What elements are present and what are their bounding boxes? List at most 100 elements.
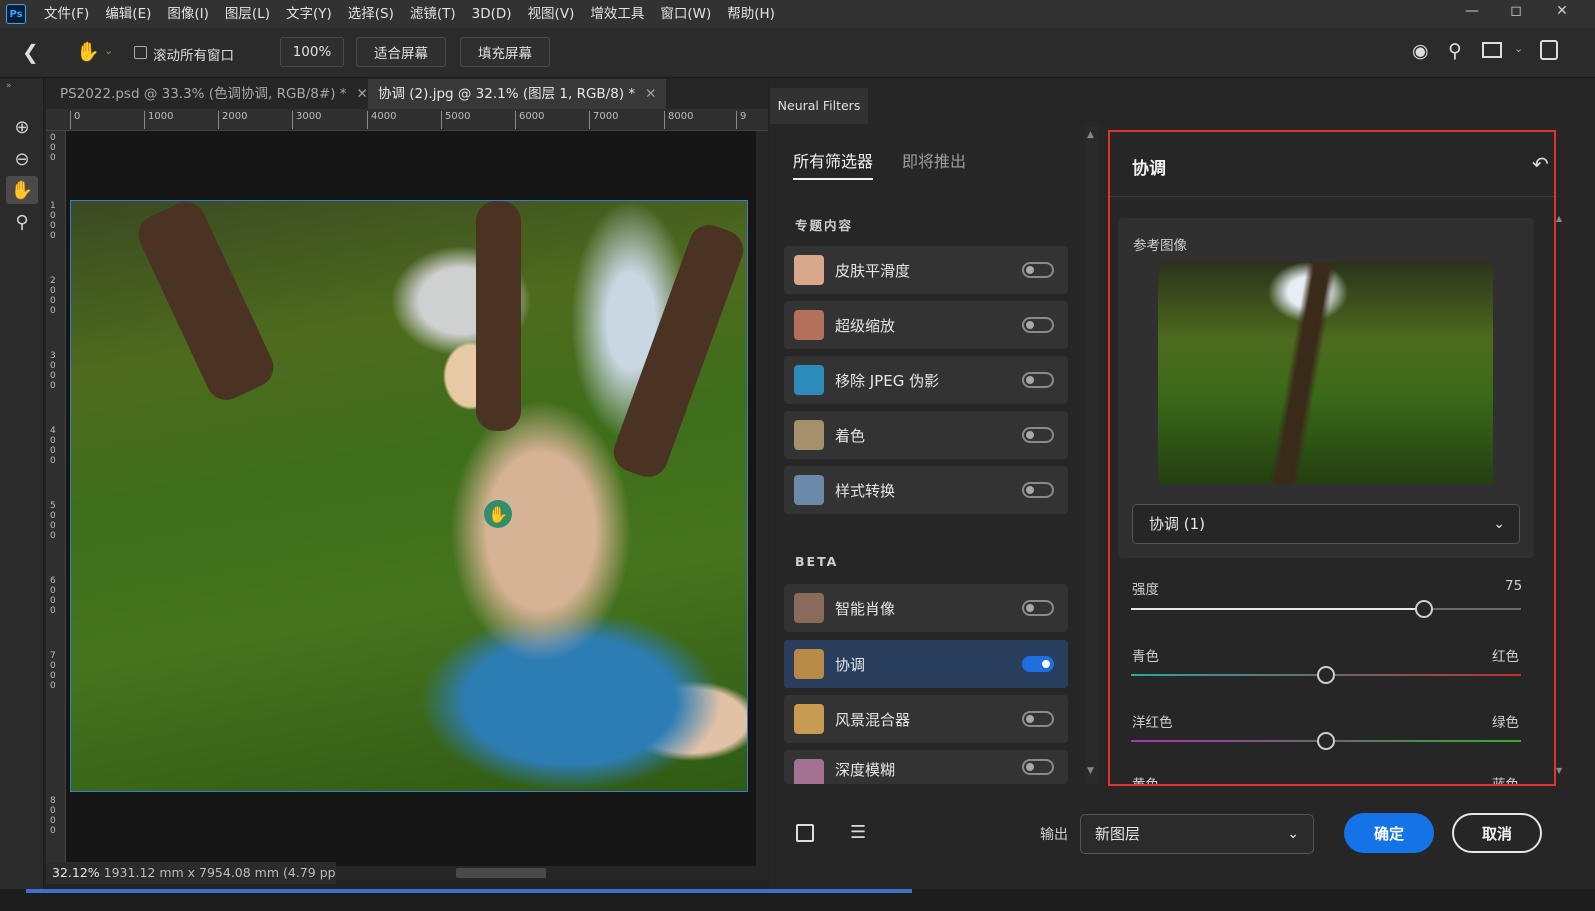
tab-all-filters[interactable]: 所有筛选器 [793,148,874,180]
maximize-icon[interactable]: ◻ [1494,0,1538,22]
menu-help[interactable]: 帮助(H) [719,0,783,28]
section-beta: BETA [795,554,839,569]
menu-image[interactable]: 图像(I) [159,0,217,28]
fit-screen-button[interactable]: 适合屏幕 [356,37,446,67]
filter-toggle[interactable] [1022,427,1054,443]
filter-item-harmonization[interactable]: 协调 [784,640,1068,688]
menu-3d[interactable]: 3D(D) [464,0,520,28]
close-icon[interactable]: ✕ [357,86,368,102]
filter-toggle[interactable] [1022,317,1054,333]
ruler-tick: 9 [736,111,746,129]
tab-label: PS2022.psd @ 33.3% (色调协调, RGB/8#) * [60,86,347,102]
cancel-button[interactable]: 取消 [1452,813,1542,853]
filter-item-landscape-mixer[interactable]: 风景混合器 [784,695,1068,743]
ok-button[interactable]: 确定 [1344,813,1434,853]
filter-toggle[interactable] [1022,711,1054,727]
menu-file[interactable]: 文件(F) [36,0,97,28]
tree-trunk [476,201,521,431]
chevron-down-icon: ⌄ [1493,516,1505,532]
scroll-up-icon[interactable]: ▲ [1087,130,1094,140]
settings-scrollbar[interactable]: ▲ ▼ [1556,210,1564,780]
reset-icon[interactable]: ↶ [1532,152,1549,176]
blue-label: 蓝色 [1492,773,1519,784]
collapse-icon[interactable]: » [6,81,12,91]
filter-toggle[interactable] [1022,759,1054,775]
filter-item-super-zoom[interactable]: 超级缩放 [784,301,1068,349]
menu-plugins[interactable]: 增效工具 [582,0,652,28]
neural-filters-title: Neural Filters [770,88,868,124]
scroll-down-icon[interactable]: ▼ [1556,766,1562,775]
scroll-down-icon[interactable]: ▼ [1087,766,1094,776]
menu-edit[interactable]: 编辑(E) [97,0,159,28]
scroll-all-checkbox[interactable] [134,46,147,59]
scroll-up-icon[interactable]: ▲ [1556,214,1562,223]
ruler-tick: 6 0 0 0 [50,576,56,616]
filter-item-colorize[interactable]: 着色 [784,411,1068,459]
filter-toggle[interactable] [1022,656,1054,672]
zoom-readout[interactable]: 32.12% [52,865,100,880]
filter-label: 着色 [835,426,866,445]
minimize-icon[interactable]: — [1450,0,1494,22]
filter-item-smart-portrait[interactable]: 智能肖像 [784,584,1068,632]
close-icon[interactable]: ✕ [1540,0,1584,22]
zoom-in-icon[interactable]: ⊕ [6,113,38,141]
tab-ps2022[interactable]: PS2022.psd @ 33.3% (色调协调, RGB/8#) * ✕ [50,79,378,109]
magenta-green-slider-thumb[interactable] [1317,732,1335,750]
document-vertical-scrollbar[interactable] [756,131,768,866]
menu-view[interactable]: 视图(V) [520,0,583,28]
red-label: 红色 [1492,649,1519,665]
filter-item-depth-blur[interactable]: 深度模糊 [784,750,1068,784]
output-select[interactable]: 新图层 ⌄ [1080,814,1314,854]
zoom-out-icon[interactable]: ⊖ [6,145,38,173]
ruler-tick: 0 [70,111,80,129]
filter-label: 智能肖像 [835,599,896,618]
back-arrow-icon[interactable]: ❮ [22,40,39,64]
document-image[interactable] [70,200,748,792]
tab-coming-soon[interactable]: 即将推出 [902,148,966,172]
menu-select[interactable]: 选择(S) [340,0,402,28]
ruler-tick: 4 0 0 0 [50,426,56,466]
hand-tool-icon[interactable]: ✋ [76,40,100,63]
strength-slider-track[interactable] [1131,608,1521,610]
menu-type[interactable]: 文字(Y) [278,0,340,28]
strength-slider-thumb[interactable] [1415,600,1433,618]
document-horizontal-scrollbar[interactable] [336,866,768,880]
filter-thumbnail [794,475,824,505]
green-label: 绿色 [1492,715,1519,731]
filter-thumbnail [794,420,824,450]
hand-icon[interactable]: ✋ [6,176,38,204]
menu-layer[interactable]: 图层(L) [217,0,278,28]
tab-harmonize-image[interactable]: 协调 (2).jpg @ 32.1% (图层 1, RGB/8) * ✕ [368,79,667,109]
filter-toggle[interactable] [1022,262,1054,278]
export-icon[interactable] [1540,40,1558,60]
menu-window[interactable]: 窗口(W) [652,0,719,28]
workspace-icon[interactable] [1482,42,1502,58]
filter-item-jpeg-artifacts[interactable]: 移除 JPEG 伪影 [784,356,1068,404]
filter-toggle[interactable] [1022,372,1054,388]
section-featured: 专题内容 [795,218,854,233]
reference-image-select[interactable]: 协调 (1) ⌄ [1132,504,1520,544]
filter-toggle[interactable] [1022,600,1054,616]
magnifier-icon[interactable]: ⚲ [6,208,38,236]
fill-screen-button[interactable]: 填充屏幕 [460,37,550,67]
cyan-red-slider-thumb[interactable] [1317,666,1335,684]
filter-toggle[interactable] [1022,482,1054,498]
search-icon[interactable]: ⚲ [1448,40,1462,62]
layers-icon[interactable]: ☰ [850,822,866,843]
workspace-chevron-icon[interactable]: ⌄ [1514,42,1523,55]
menu-filter[interactable]: 滤镜(T) [402,0,464,28]
strength-label: 强度 [1132,582,1159,598]
filter-thumbnail [794,593,824,623]
before-after-icon[interactable] [796,824,814,842]
close-icon[interactable]: ✕ [645,86,656,102]
filter-list-scrollbar[interactable]: ▲ ▼ [1085,126,1099,784]
zoom-100-button[interactable]: 100% [280,37,344,67]
chevron-down-icon[interactable]: ⌄ [104,44,113,57]
ruler-tick: 1000 [144,111,173,129]
document-tabs: PS2022.psd @ 33.3% (色调协调, RGB/8#) * ✕ 协调 … [46,79,768,109]
filter-item-skin-smoothing[interactable]: 皮肤平滑度 [784,246,1068,294]
scroll-thumb[interactable] [456,868,546,878]
filter-item-style-transfer[interactable]: 样式转换 [784,466,1068,514]
ruler-tick: 6000 [515,111,544,129]
share-user-icon[interactable]: ◉ [1412,40,1429,62]
